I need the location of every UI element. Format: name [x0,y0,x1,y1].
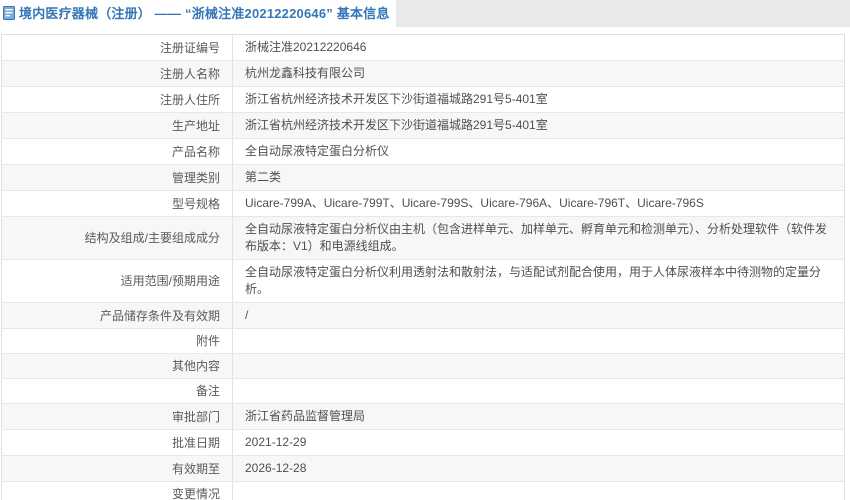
table-row: 结构及组成/主要组成成分 全自动尿液特定蛋白分析仪由主机（包含进样单元、加样单元… [1,216,845,260]
row-label-cell: 其他内容 [1,353,233,379]
row-label-cell: 型号规格 [1,190,233,217]
row-value-cell: 2026-12-28 [232,455,845,482]
row-label: 批准日期 [171,435,220,450]
row-label: 其他内容 [171,359,220,373]
row-label-cell: 适用范围/预期用途 [1,259,233,303]
row-value-cell: 第二类 [232,164,845,191]
row-label: 产品储存条件及有效期 [99,308,220,323]
row-label: 注册人住所 [159,92,220,107]
row-label-cell: 注册人名称 [1,60,233,87]
row-value-cell [232,353,845,379]
row-value: 浙江省杭州经济技术开发区下沙街道福城路291号5-401室 [245,118,548,132]
table-row: 管理类别 第二类 [1,164,845,191]
row-value-cell: 浙江省杭州经济技术开发区下沙街道福城路291号5-401室 [232,112,845,139]
row-value-cell: / [232,302,845,329]
row-label: 审批部门 [171,409,220,424]
row-value: 浙江省杭州经济技术开发区下沙街道福城路291号5-401室 [245,92,548,106]
row-value: 第二类 [245,170,282,184]
table-row: 型号规格 Uicare-799A、Uicare-799T、Uicare-799S… [1,190,845,217]
row-label-cell: 批准日期 [1,429,233,456]
table-row: 变更情况 [1,481,845,500]
row-value: 全自动尿液特定蛋白分析仪由主机（包含进样单元、加样单元、孵育单元和检测单元）、分… [245,222,828,253]
row-label: 型号规格 [171,196,220,211]
registration-table: 注册证编号 浙械注准20212220646 注册人名称 杭州龙鑫科技有限公司 注… [1,34,845,500]
table-row: 产品名称 全自动尿液特定蛋白分析仪 [1,138,845,165]
table-row: 注册证编号 浙械注准20212220646 [1,34,845,61]
row-label-cell: 审批部门 [1,403,233,430]
table-row: 审批部门 浙江省药品监督管理局 [1,403,845,430]
page-header: 境内医疗器械（注册） —— “浙械注准20212220646” 基本信息 [0,0,850,27]
row-label-cell: 结构及组成/主要组成成分 [1,216,233,260]
table-wrapper: 注册证编号 浙械注准20212220646 注册人名称 杭州龙鑫科技有限公司 注… [0,27,850,500]
page-title-box: 境内医疗器械（注册） —— “浙械注准20212220646” 基本信息 [0,0,396,27]
row-label: 附件 [195,334,220,348]
page: 境内医疗器械（注册） —— “浙械注准20212220646” 基本信息 注册证… [0,0,850,500]
row-value: Uicare-799A、Uicare-799T、Uicare-799S、Uica… [245,196,704,210]
row-value: 浙江省药品监督管理局 [245,409,366,423]
row-label-cell: 管理类别 [1,164,233,191]
table-row: 备注 [1,378,845,404]
row-label-cell: 备注 [1,378,233,404]
row-label-cell: 注册人住所 [1,86,233,113]
row-label: 备注 [195,384,220,398]
row-label: 结构及组成/主要组成成分 [84,231,220,245]
row-label-cell: 注册证编号 [1,34,233,61]
row-value-cell [232,328,845,354]
row-label-cell: 有效期至 [1,455,233,482]
row-label-cell: 变更情况 [1,481,233,500]
row-label-cell: 附件 [1,328,233,354]
row-value: / [245,308,249,322]
table-row: 批准日期 2021-12-29 [1,429,845,456]
table-row: 适用范围/预期用途 全自动尿液特定蛋白分析仪利用透射法和散射法，与适配试剂配合使… [1,259,845,303]
row-value-cell: 全自动尿液特定蛋白分析仪 [232,138,845,165]
row-value-cell: 全自动尿液特定蛋白分析仪利用透射法和散射法，与适配试剂配合使用，用于人体尿液样本… [232,259,845,303]
row-value: 2026-12-28 [245,461,307,475]
row-value: 浙械注准20212220646 [245,40,367,54]
row-label-cell: 产品储存条件及有效期 [1,302,233,329]
row-value: 全自动尿液特定蛋白分析仪利用透射法和散射法，与适配试剂配合使用，用于人体尿液样本… [245,265,822,296]
table-row: 生产地址 浙江省杭州经济技术开发区下沙街道福城路291号5-401室 [1,112,845,139]
row-value-cell: 杭州龙鑫科技有限公司 [232,60,845,87]
row-label: 注册人名称 [159,66,220,81]
table-row: 其他内容 [1,353,845,379]
row-label: 变更情况 [171,487,220,500]
row-label-cell: 产品名称 [1,138,233,165]
table-row: 附件 [1,328,845,354]
row-label: 注册证编号 [159,40,220,55]
row-value: 全自动尿液特定蛋白分析仪 [245,144,390,158]
row-value-cell: Uicare-799A、Uicare-799T、Uicare-799S、Uica… [232,190,845,217]
table-row: 注册人住所 浙江省杭州经济技术开发区下沙街道福城路291号5-401室 [1,86,845,113]
row-label: 有效期至 [171,461,220,476]
table-row: 产品储存条件及有效期 / [1,302,845,329]
row-value-cell: 全自动尿液特定蛋白分析仪由主机（包含进样单元、加样单元、孵育单元和检测单元）、分… [232,216,845,260]
row-value: 2021-12-29 [245,435,307,449]
table-row: 注册人名称 杭州龙鑫科技有限公司 [1,60,845,87]
row-label: 适用范围/预期用途 [120,274,220,288]
page-title: 境内医疗器械（注册） —— “浙械注准20212220646” 基本信息 [19,6,390,21]
row-label-cell: 生产地址 [1,112,233,139]
row-label: 产品名称 [171,144,220,159]
row-value-cell: 浙械注准20212220646 [232,34,845,61]
row-value-cell: 浙江省药品监督管理局 [232,403,845,430]
row-label: 生产地址 [171,118,220,133]
row-value: 杭州龙鑫科技有限公司 [245,66,366,80]
document-icon [3,2,16,29]
row-value-cell: 2021-12-29 [232,429,845,456]
row-value-cell [232,481,845,500]
row-label: 管理类别 [171,170,220,185]
row-value-cell: 浙江省杭州经济技术开发区下沙街道福城路291号5-401室 [232,86,845,113]
table-row: 有效期至 2026-12-28 [1,455,845,482]
row-value-cell [232,378,845,404]
